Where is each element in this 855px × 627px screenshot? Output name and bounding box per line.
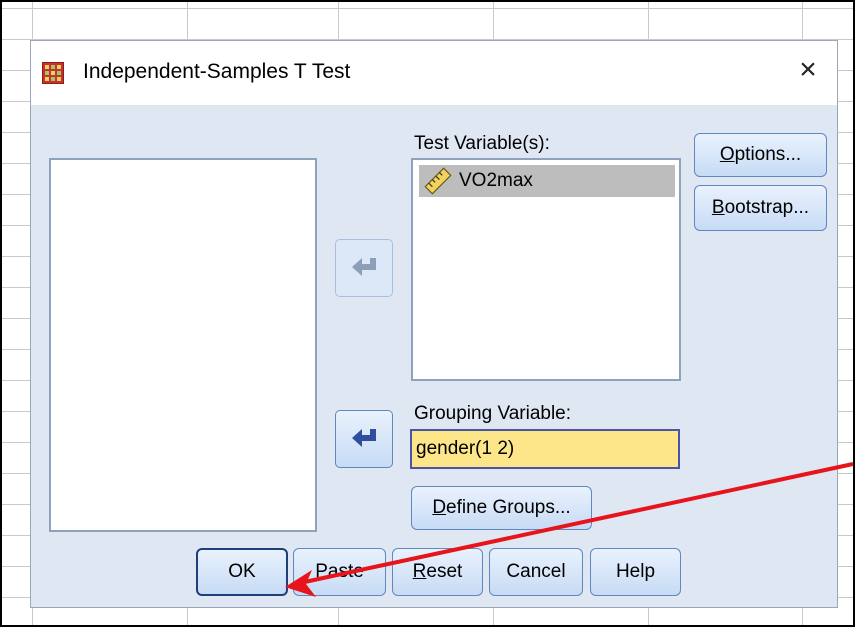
- arrow-right-icon: [352, 258, 376, 276]
- scale-ruler-icon: [424, 167, 452, 195]
- cancel-button[interactable]: Cancel: [489, 548, 583, 596]
- close-icon[interactable]: ×: [793, 55, 823, 85]
- arrow-right-icon: [352, 429, 376, 447]
- spss-table-icon: [42, 62, 64, 84]
- title-bar: Independent-Samples T Test ×: [31, 41, 837, 105]
- variable-name: VO2max: [459, 170, 533, 191]
- help-button[interactable]: Help: [590, 548, 681, 596]
- source-variable-list[interactable]: [49, 158, 317, 532]
- reset-button[interactable]: Reset: [392, 548, 483, 596]
- test-variables-label: Test Variable(s):: [414, 133, 550, 154]
- move-to-grouping-variable-button[interactable]: [335, 410, 393, 468]
- dialog-title: Independent-Samples T Test: [83, 60, 351, 83]
- grouping-variable-label: Grouping Variable:: [414, 403, 572, 424]
- t-test-dialog: Independent-Samples T Test × Test Variab…: [30, 40, 838, 608]
- list-item[interactable]: VO2max: [419, 165, 675, 197]
- bootstrap-button[interactable]: Bootstrap...: [694, 185, 827, 231]
- ok-button[interactable]: OK: [196, 548, 288, 596]
- define-groups-button[interactable]: Define Groups...: [411, 486, 592, 530]
- grouping-variable-field[interactable]: gender(1 2): [410, 429, 680, 469]
- test-variables-list[interactable]: VO2max: [411, 158, 681, 381]
- move-to-test-variables-button[interactable]: [335, 239, 393, 297]
- options-button[interactable]: Options...: [694, 133, 827, 177]
- paste-button[interactable]: Paste: [293, 548, 386, 596]
